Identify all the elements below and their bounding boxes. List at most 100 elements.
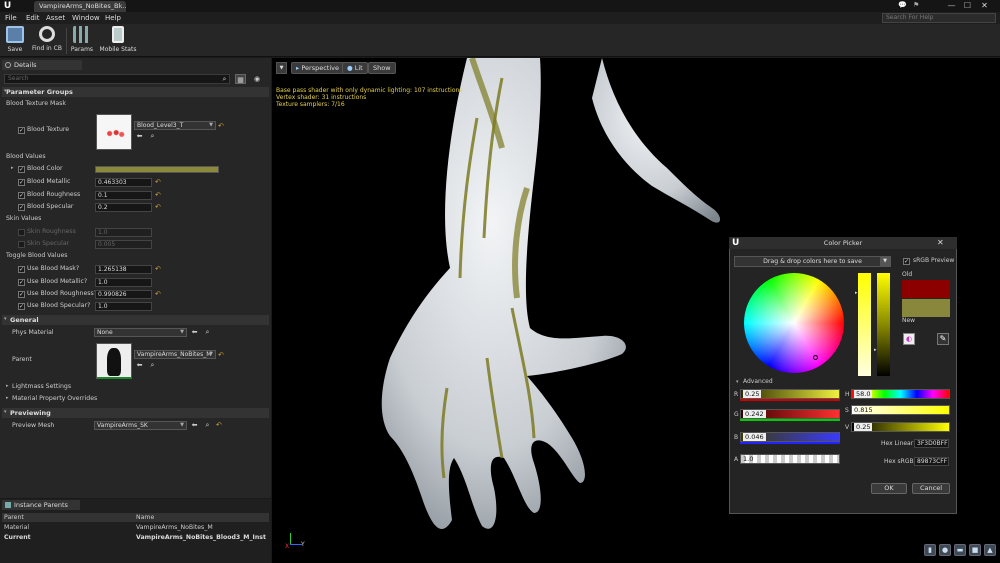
- preview-cube-icon[interactable]: ■: [969, 544, 981, 556]
- perspective-button[interactable]: ▸ Perspective: [291, 62, 344, 74]
- menu-window[interactable]: Window: [72, 13, 100, 23]
- color-picker-title-bar[interactable]: Color Picker: [729, 237, 957, 249]
- skin-roughness-input[interactable]: 1.0: [95, 228, 152, 237]
- value-handle[interactable]: ▸: [874, 347, 877, 353]
- eyedropper-icon[interactable]: ✎: [937, 333, 949, 345]
- chevron-down-icon[interactable]: ▼: [880, 257, 890, 266]
- viewport-options-icon[interactable]: ▼: [276, 62, 287, 74]
- table-row[interactable]: Material VampireArms_NoBites_M: [2, 523, 269, 532]
- reset-default-icon[interactable]: ↶: [216, 421, 222, 430]
- expand-arrow-icon[interactable]: ▸: [11, 165, 14, 171]
- column-header-name[interactable]: Name: [136, 513, 154, 522]
- g-slider[interactable]: 0.242: [740, 409, 840, 419]
- reset-default-icon[interactable]: ↶: [155, 290, 161, 299]
- expand-arrow-icon[interactable]: ▸: [6, 395, 9, 401]
- group-blood-texture-mask[interactable]: Blood Texture Mask: [6, 99, 66, 109]
- tab-close-icon[interactable]: ×: [118, 1, 123, 12]
- blood-specular-checkbox[interactable]: ✓: [18, 204, 25, 211]
- use-selected-arrow-icon[interactable]: ⬅: [190, 421, 199, 430]
- grid-view-icon[interactable]: ▦: [235, 74, 246, 84]
- browse-icon[interactable]: ⌕: [203, 421, 212, 430]
- menu-file[interactable]: File: [5, 13, 17, 23]
- blood-color-checkbox[interactable]: ✓: [18, 166, 25, 173]
- details-search-input[interactable]: Search: [4, 74, 230, 84]
- collapse-arrow-icon[interactable]: ▾: [736, 379, 739, 385]
- instance-parents-tab[interactable]: Instance Parents: [2, 500, 80, 510]
- saved-colors-drop-zone[interactable]: Drag & drop colors here to save ▼: [734, 256, 891, 267]
- skin-specular-checkbox[interactable]: [18, 241, 25, 248]
- blood-texture-combo[interactable]: Blood_Level3_T ▼: [134, 121, 216, 130]
- use-selected-arrow-icon[interactable]: ⬅: [190, 328, 199, 337]
- blood-color-swatch[interactable]: [95, 166, 219, 173]
- preview-mesh-icon[interactable]: ▲: [984, 544, 996, 556]
- collapse-arrow-icon[interactable]: ▾: [4, 409, 7, 415]
- use-blood-roughness-input[interactable]: 0.990826: [95, 290, 152, 299]
- expand-arrow-icon[interactable]: ▸: [6, 383, 9, 389]
- use-blood-metallic-input[interactable]: 1.0: [95, 278, 152, 287]
- preview-cylinder-icon[interactable]: ▮: [924, 544, 936, 556]
- table-row[interactable]: Current VampireArms_NoBites_Blood3_M_Ins…: [2, 533, 269, 542]
- use-blood-mask-input[interactable]: 1.265138: [95, 265, 152, 274]
- reset-default-icon[interactable]: ↶: [218, 122, 224, 131]
- preview-sphere-icon[interactable]: ●: [939, 544, 951, 556]
- value-slider[interactable]: [877, 273, 890, 376]
- browse-icon[interactable]: ⌕: [148, 132, 157, 141]
- blood-roughness-input[interactable]: 0.1: [95, 191, 152, 200]
- collapse-arrow-icon[interactable]: ▾: [4, 316, 7, 322]
- blood-roughness-checkbox[interactable]: ✓: [18, 192, 25, 199]
- params-button[interactable]: Params: [69, 26, 95, 56]
- general-section-header[interactable]: General: [2, 315, 269, 325]
- use-selected-arrow-icon[interactable]: ⬅: [135, 132, 144, 141]
- blood-metallic-input[interactable]: 0.463303: [95, 178, 152, 187]
- menu-help[interactable]: Help: [105, 13, 121, 23]
- parent-material-thumbnail[interactable]: [96, 343, 132, 379]
- browse-icon[interactable]: ⌕: [148, 361, 157, 370]
- advanced-label[interactable]: Advanced: [743, 378, 773, 386]
- blood-specular-input[interactable]: 0.2: [95, 203, 152, 212]
- phys-material-combo[interactable]: None ▼: [94, 328, 187, 337]
- h-slider[interactable]: 58.0: [851, 389, 950, 399]
- color-wheel-cursor[interactable]: [813, 355, 818, 360]
- use-blood-specular-input[interactable]: 1.0: [95, 302, 152, 311]
- parameter-groups-header[interactable]: Parameter Groups: [2, 87, 269, 97]
- mobile-stats-button[interactable]: Mobile Stats: [98, 26, 138, 56]
- ok-button[interactable]: OK: [871, 483, 907, 494]
- blood-metallic-checkbox[interactable]: ✓: [18, 179, 25, 186]
- reset-default-icon[interactable]: ↶: [155, 203, 161, 212]
- parent-combo[interactable]: VampireArms_NoBites_M ▼: [134, 350, 216, 359]
- previewing-section-header[interactable]: Previewing: [2, 408, 269, 418]
- use-blood-mask-checkbox[interactable]: ✓: [18, 266, 25, 273]
- use-blood-metallic-checkbox[interactable]: ✓: [18, 279, 25, 286]
- reset-default-icon[interactable]: ↶: [218, 351, 224, 360]
- preview-mesh-combo[interactable]: VampireArms_SK ▼: [94, 421, 187, 430]
- chat-icon[interactable]: 💬: [898, 1, 908, 11]
- notification-icon[interactable]: ⚑: [913, 1, 923, 11]
- reset-default-icon[interactable]: ↶: [155, 265, 161, 274]
- show-button[interactable]: Show: [368, 62, 396, 74]
- color-theme-icon[interactable]: ◐: [903, 333, 915, 345]
- r-slider[interactable]: 0.25: [740, 389, 840, 399]
- material-property-overrides-label[interactable]: Material Property Overrides: [12, 394, 97, 404]
- document-tab[interactable]: VampireArms_NoBites_Bl... ×: [34, 1, 126, 12]
- collapse-arrow-icon[interactable]: ▾: [4, 88, 7, 94]
- maximize-button[interactable]: ☐: [961, 1, 974, 11]
- hex-srgb-input[interactable]: 89873CFF: [914, 457, 949, 466]
- skin-roughness-checkbox[interactable]: [18, 229, 25, 236]
- b-slider[interactable]: 0.046: [740, 432, 840, 442]
- browse-icon[interactable]: ⌕: [203, 328, 212, 337]
- column-header-parent[interactable]: Parent: [4, 513, 24, 522]
- skin-specular-input[interactable]: 0.005: [95, 240, 152, 249]
- reset-default-icon[interactable]: ↶: [155, 191, 161, 200]
- blood-texture-thumbnail[interactable]: [96, 114, 132, 150]
- close-icon[interactable]: ✕: [937, 238, 944, 247]
- find-in-cb-button[interactable]: Find in CB: [30, 26, 64, 56]
- blood-texture-checkbox[interactable]: ✓: [18, 127, 25, 134]
- a-slider[interactable]: 1.0: [740, 454, 840, 464]
- s-slider[interactable]: 0.815: [851, 405, 950, 415]
- group-skin-values[interactable]: Skin Values: [6, 214, 41, 224]
- saturation-handle[interactable]: ▸: [855, 290, 858, 296]
- preview-plane-icon[interactable]: ▬: [954, 544, 966, 556]
- group-toggle-blood-values[interactable]: Toggle Blood Values: [6, 251, 68, 261]
- cancel-button[interactable]: Cancel: [912, 483, 950, 494]
- v-slider[interactable]: 0.25: [851, 422, 950, 432]
